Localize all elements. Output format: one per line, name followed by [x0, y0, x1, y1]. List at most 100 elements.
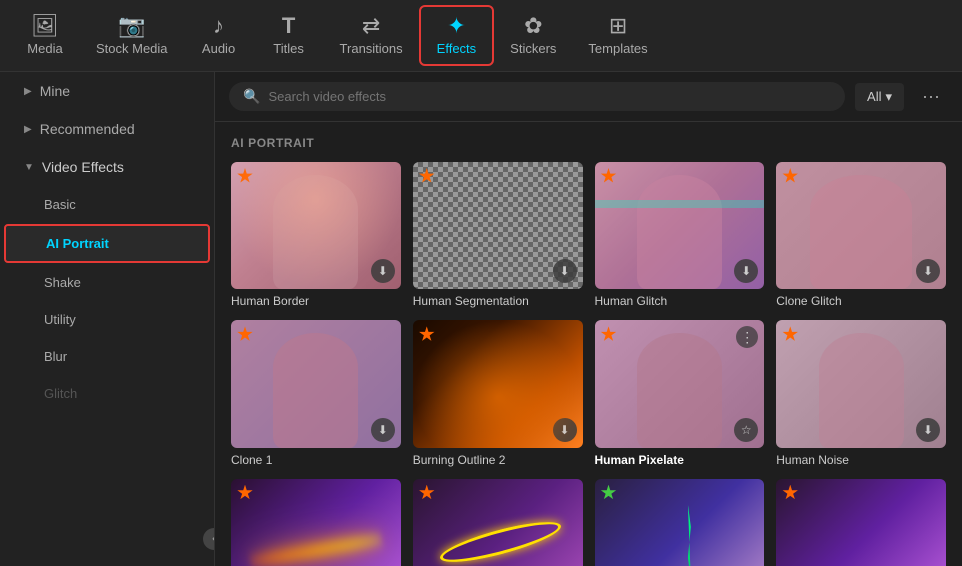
section-label: AI PORTRAIT	[231, 136, 946, 150]
nav-effects[interactable]: ✦ Effects	[419, 5, 495, 66]
nav-transitions[interactable]: ⇄ Transitions	[324, 7, 419, 64]
stickers-icon: ✿	[524, 15, 542, 37]
effect-name-human-seg: Human Segmentation	[413, 294, 583, 308]
nav-media-label: Media	[27, 41, 62, 56]
more-options-button[interactable]: ···	[914, 82, 948, 111]
sidebar-item-shake[interactable]: Shake	[4, 265, 210, 300]
search-input[interactable]	[268, 89, 831, 104]
content-area: 🔍 All ▾ ··· AI PORTRAIT ⬇	[215, 72, 962, 566]
sidebar-utility-label: Utility	[44, 312, 76, 327]
media-icon: 🖼	[31, 15, 59, 37]
download-human-noise[interactable]: ⬇	[916, 418, 940, 442]
effects-icon: ✦	[447, 15, 465, 37]
sidebar-mine-label: Mine	[40, 83, 70, 99]
effect-thumb-human-glitch: ⬇	[595, 162, 765, 289]
effect-card-lightning-2[interactable]: ⬇ Lightning Flash 2	[776, 479, 946, 566]
collapse-arrow-icon: ‹	[212, 533, 215, 545]
sidebar-item-utility[interactable]: Utility	[4, 302, 210, 337]
effect-name-human-pixelate: Human Pixelate	[595, 453, 765, 467]
effect-card-human-noise[interactable]: ⬇ Human Noise	[776, 320, 946, 466]
effect-name-human-glitch: Human Glitch	[595, 294, 765, 308]
titles-icon: T	[282, 15, 295, 37]
star-human-pixelate[interactable]: ☆	[734, 418, 758, 442]
download-clone-1[interactable]: ⬇	[371, 418, 395, 442]
effect-card-human-glitch[interactable]: ⬇ Human Glitch	[595, 162, 765, 308]
download-human-border[interactable]: ⬇	[371, 259, 395, 283]
sidebar-item-video-effects[interactable]: ▼ Video Effects	[4, 149, 210, 185]
search-icon: 🔍	[243, 88, 260, 105]
effect-thumb-lightning-1: ⬇	[595, 479, 765, 566]
nav-effects-label: Effects	[437, 41, 477, 56]
effect-card-neon-ring[interactable]: ⬇ Neon Ring 2	[413, 479, 583, 566]
nav-audio[interactable]: ♪ Audio	[184, 7, 254, 64]
sidebar-item-recommended[interactable]: ▶ Recommended	[4, 111, 210, 147]
mine-arrow: ▶	[24, 86, 32, 97]
effect-card-lightning-1[interactable]: ⬇ Lightning Flash 1	[595, 479, 765, 566]
filter-button[interactable]: All ▾	[855, 83, 904, 111]
badge-burning-outline	[419, 326, 435, 342]
video-effects-arrow: ▼	[24, 162, 34, 173]
nav-audio-label: Audio	[202, 41, 235, 56]
badge-lightning-1	[601, 485, 617, 501]
effect-card-clone-1[interactable]: ⬇ Clone 1	[231, 320, 401, 466]
effect-card-clone-glitch[interactable]: ⬇ Clone Glitch	[776, 162, 946, 308]
sidebar-item-mine[interactable]: ▶ Mine	[4, 73, 210, 109]
effect-card-burning-outline[interactable]: ⬇ Burning Outline 2	[413, 320, 583, 466]
nav-titles[interactable]: T Titles	[254, 7, 324, 64]
nav-templates-label: Templates	[588, 41, 647, 56]
effect-name-burning-outline: Burning Outline 2	[413, 453, 583, 467]
badge-human-border	[237, 168, 253, 184]
nav-stock-media[interactable]: 📷 Stock Media	[80, 7, 184, 64]
nav-stock-media-label: Stock Media	[96, 41, 168, 56]
effect-thumb-clone-glitch: ⬇	[776, 162, 946, 289]
effect-thumb-human-border: ⬇	[231, 162, 401, 289]
effect-thumb-clone-1: ⬇	[231, 320, 401, 447]
sidebar-item-glitch[interactable]: Glitch	[4, 376, 210, 411]
sidebar-shake-label: Shake	[44, 275, 81, 290]
badge-neon-ring	[419, 485, 435, 501]
nav-stickers[interactable]: ✿ Stickers	[494, 7, 572, 64]
effect-thumb-lightning-2: ⬇	[776, 479, 946, 566]
sidebar-ai-portrait-label: AI Portrait	[46, 236, 109, 251]
effect-thumb-burning-outline: ⬇	[413, 320, 583, 447]
filter-chevron-icon: ▾	[885, 89, 892, 105]
more-icon: ···	[922, 86, 940, 106]
templates-icon: ⊞	[609, 15, 627, 37]
effect-name-human-noise: Human Noise	[776, 453, 946, 467]
effect-name-clone-glitch: Clone Glitch	[776, 294, 946, 308]
nav-templates[interactable]: ⊞ Templates	[572, 7, 663, 64]
main-layout: ▶ Mine ▶ Recommended ▼ Video Effects Bas…	[0, 72, 962, 566]
filter-label: All	[867, 89, 881, 104]
audio-icon: ♪	[213, 15, 224, 37]
sidebar-item-blur[interactable]: Blur	[4, 339, 210, 374]
sidebar-item-basic[interactable]: Basic	[4, 187, 210, 222]
effect-name-clone-1: Clone 1	[231, 453, 401, 467]
badge-neon-flow	[237, 485, 253, 501]
effect-card-human-seg[interactable]: ⬇ Human Segmentation	[413, 162, 583, 308]
sidebar-video-effects-label: Video Effects	[42, 159, 124, 175]
sidebar-blur-label: Blur	[44, 349, 67, 364]
download-burning-outline[interactable]: ⬇	[553, 418, 577, 442]
sidebar-recommended-label: Recommended	[40, 121, 135, 137]
effect-card-neon-flow[interactable]: ⬇ Neon Flow 4	[231, 479, 401, 566]
stock-media-icon: 📷	[118, 15, 145, 37]
effect-thumb-neon-flow: ⬇	[231, 479, 401, 566]
sidebar: ▶ Mine ▶ Recommended ▼ Video Effects Bas…	[0, 72, 215, 566]
grid-area: AI PORTRAIT ⬇ Human Border ⬇	[215, 122, 962, 566]
sidebar-collapse-button[interactable]: ‹	[203, 528, 215, 550]
effect-card-human-pixelate[interactable]: ⋮ ☆ Human Pixelate	[595, 320, 765, 466]
sidebar-item-ai-portrait[interactable]: AI Portrait	[4, 224, 210, 263]
effect-thumb-neon-ring: ⬇	[413, 479, 583, 566]
nav-transitions-label: Transitions	[340, 41, 403, 56]
transitions-icon: ⇄	[362, 15, 380, 37]
nav-media[interactable]: 🖼 Media	[10, 7, 80, 64]
nav-stickers-label: Stickers	[510, 41, 556, 56]
search-input-wrap[interactable]: 🔍	[229, 82, 845, 111]
effect-card-human-border[interactable]: ⬇ Human Border	[231, 162, 401, 308]
recommended-arrow: ▶	[24, 124, 32, 135]
effects-grid: ⬇ Human Border ⬇ Human Segmentation	[231, 162, 946, 566]
badge-human-seg	[419, 168, 435, 184]
effect-thumb-human-pixelate: ⋮ ☆	[595, 320, 765, 447]
effect-thumb-human-seg: ⬇	[413, 162, 583, 289]
download-human-seg[interactable]: ⬇	[553, 259, 577, 283]
